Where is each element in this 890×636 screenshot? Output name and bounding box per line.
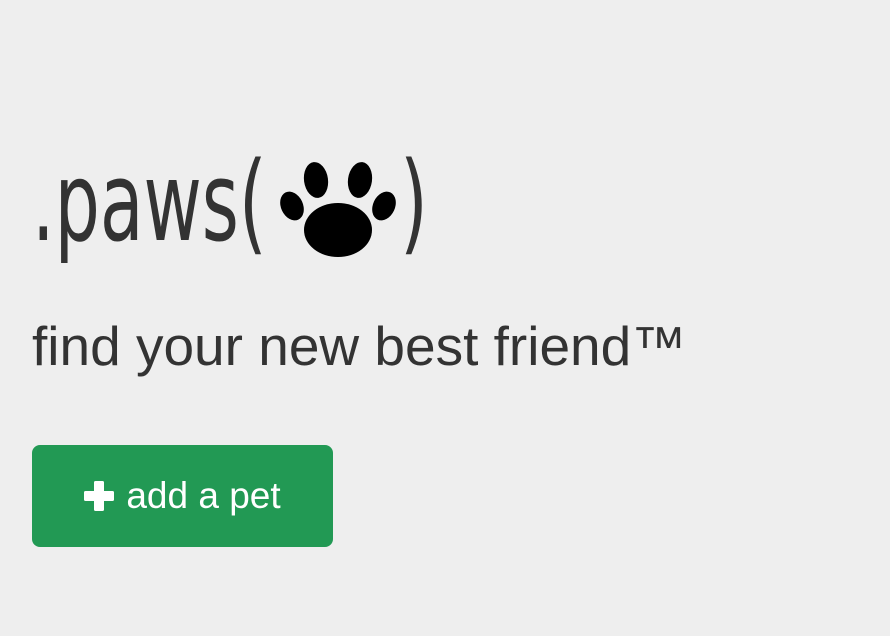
hero: .paws( ) find your new best friend™	[32, 132, 872, 377]
logo-text-suffix: )	[400, 138, 428, 266]
paw-icon	[280, 162, 396, 257]
logo: .paws( )	[32, 132, 872, 272]
plus-icon	[84, 481, 115, 511]
add-pet-button-label: add a pet	[126, 475, 281, 516]
tagline: find your new best friend™	[32, 315, 687, 377]
add-pet-button[interactable]: add a pet	[32, 445, 333, 547]
logo-text-prefix: .paws(	[32, 138, 267, 266]
